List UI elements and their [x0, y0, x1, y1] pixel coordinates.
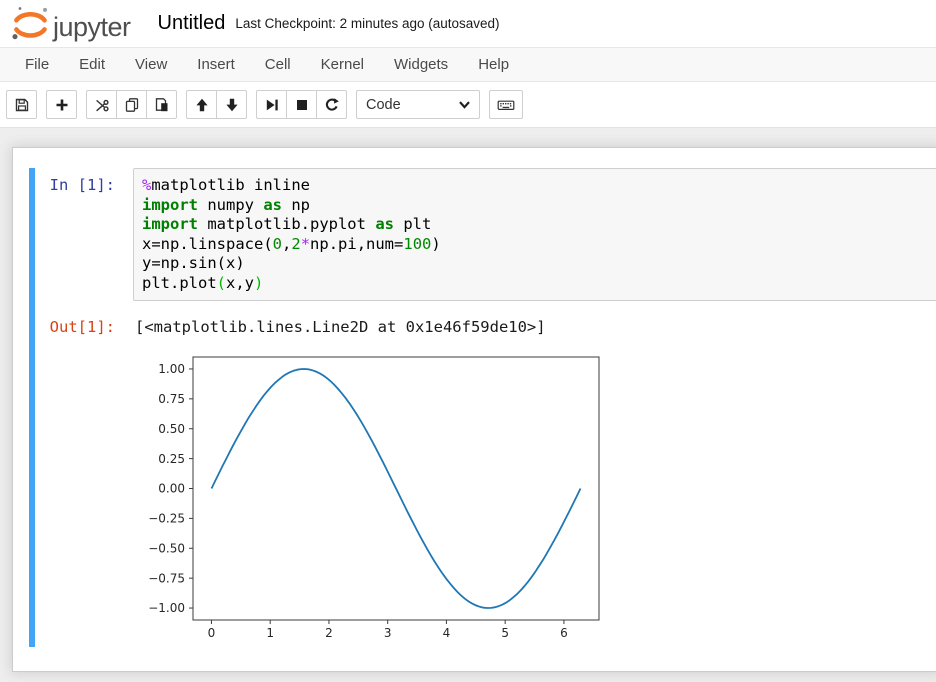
menu-file[interactable]: File — [10, 56, 64, 73]
notebook-area: In [1]: %matplotlib inline import numpy a… — [0, 127, 936, 682]
save-icon — [15, 98, 28, 111]
code-line: import numpy as np — [142, 195, 310, 214]
svg-text:2: 2 — [325, 626, 333, 640]
code-line: import matplotlib.pyplot as plt — [142, 215, 432, 233]
notebook-title[interactable]: Untitled — [158, 12, 226, 35]
insert-cell-below-button[interactable] — [46, 90, 77, 119]
svg-text:0.25: 0.25 — [158, 452, 185, 466]
step-forward-icon — [266, 99, 278, 110]
svg-text:5: 5 — [501, 626, 509, 640]
restart-kernel-button[interactable] — [316, 90, 347, 119]
run-cell-button[interactable] — [256, 90, 287, 119]
svg-text:1: 1 — [266, 626, 274, 640]
svg-text:−0.25: −0.25 — [148, 512, 185, 526]
move-cell-down-button[interactable] — [216, 90, 247, 119]
output-repr-text: [<matplotlib.lines.Line2D at 0x1e46f59de… — [135, 318, 546, 336]
cell-type-select[interactable]: Code — [356, 90, 480, 119]
restart-icon — [325, 97, 339, 111]
output-prompt: Out[1]: — [49, 318, 115, 336]
jupyter-planet-icon — [12, 7, 47, 40]
svg-text:−0.50: −0.50 — [148, 541, 185, 555]
svg-text:4: 4 — [443, 626, 451, 640]
menu-view[interactable]: View — [120, 56, 182, 73]
menu-kernel[interactable]: Kernel — [306, 56, 379, 73]
arrow-down-icon — [225, 98, 238, 111]
svg-text:−0.75: −0.75 — [148, 571, 185, 585]
arrow-up-icon — [195, 98, 208, 111]
svg-text:0: 0 — [208, 626, 216, 640]
header: jupyter Untitled Last Checkpoint: 2 minu… — [0, 0, 936, 47]
input-prompt: In [1]: — [49, 176, 115, 194]
plot-output: 0 1 2 3 4 5 6 −1.00 −0.75 −0.50 −0.25 0.00 0.25 0.50 0… — [136, 344, 936, 647]
sine-plot: 0 1 2 3 4 5 6 −1.00 −0.75 −0.50 −0.25 0.00 0.25 0.50 0… — [148, 356, 600, 640]
menu-edit[interactable]: Edit — [64, 56, 120, 73]
plus-icon — [56, 99, 67, 110]
menubar: File Edit View Insert Cell Kernel Widget… — [0, 47, 936, 82]
svg-text:0.50: 0.50 — [158, 422, 185, 436]
interrupt-kernel-button[interactable] — [286, 90, 317, 119]
code-cell-selected[interactable]: In [1]: %matplotlib inline import numpy a… — [29, 168, 936, 647]
code-line: x=np.linspace(0,2*np.pi,num=100) — [142, 234, 441, 253]
logo-wordmark: jupyter — [53, 12, 131, 42]
copy-cells-button[interactable] — [116, 90, 147, 119]
keyboard-icon — [497, 100, 515, 110]
svg-text:3: 3 — [384, 626, 392, 640]
command-palette-button[interactable] — [489, 90, 523, 119]
scissors-icon — [95, 99, 109, 111]
svg-text:1.00: 1.00 — [158, 362, 185, 376]
toolbar: Code — [0, 82, 936, 127]
cell-type-value: Code — [366, 96, 401, 113]
cut-cells-button[interactable] — [86, 90, 117, 119]
code-editor[interactable]: %matplotlib inline import numpy as np impo… — [133, 168, 936, 301]
notebook-container: In [1]: %matplotlib inline import numpy a… — [12, 147, 936, 672]
jupyter-logo[interactable]: jupyter — [10, 5, 131, 42]
svg-text:0.75: 0.75 — [158, 392, 185, 406]
menu-insert[interactable]: Insert — [182, 56, 250, 73]
svg-text:0.00: 0.00 — [158, 482, 185, 496]
menu-cell[interactable]: Cell — [250, 56, 306, 73]
chevron-down-icon — [459, 101, 470, 109]
copy-icon — [125, 97, 138, 112]
paste-icon — [155, 97, 167, 111]
stop-icon — [296, 99, 307, 110]
code-line: %matplotlib inline — [142, 176, 310, 194]
menu-widgets[interactable]: Widgets — [379, 56, 463, 73]
code-line: y=np.sin(x) — [142, 254, 245, 272]
move-cell-up-button[interactable] — [186, 90, 217, 119]
checkpoint-status: Last Checkpoint: 2 minutes ago (autosave… — [235, 16, 500, 31]
code-line: plt.plot(x,y) — [142, 273, 264, 292]
cell-output-area: Out[1]: [<matplotlib.lines.Line2D at 0x1… — [35, 310, 936, 336]
paste-cells-button[interactable] — [146, 90, 177, 119]
cell-input-area: In [1]: %matplotlib inline import numpy a… — [35, 168, 936, 301]
svg-text:−1.00: −1.00 — [148, 601, 185, 615]
save-button[interactable] — [6, 90, 37, 119]
svg-text:6: 6 — [560, 626, 568, 640]
menu-help[interactable]: Help — [463, 56, 524, 73]
